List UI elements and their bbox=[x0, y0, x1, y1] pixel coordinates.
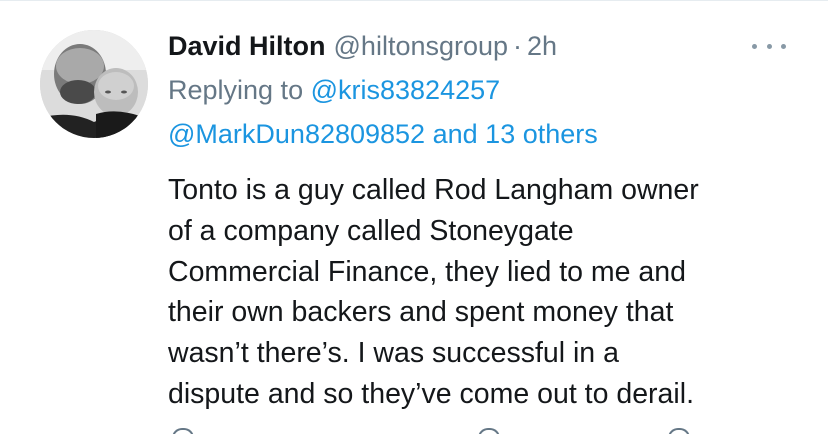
avatar[interactable] bbox=[40, 30, 148, 138]
tweet-timestamp[interactable]: 2h bbox=[527, 28, 557, 64]
tweet-text: Tonto is a guy called Rod Langham owner … bbox=[168, 170, 798, 415]
share-icon[interactable] bbox=[668, 428, 690, 434]
tweet-text-line: dispute and so they’ve come out to derai… bbox=[168, 377, 694, 410]
tweet-text-line: Commercial Finance, they lied to me and bbox=[168, 255, 686, 288]
replying-to-line-2: @MarkDun82809852 and 13 others bbox=[168, 116, 598, 152]
top-divider bbox=[0, 0, 828, 1]
replying-to-label: Replying to bbox=[168, 75, 304, 105]
author-handle[interactable]: @hiltonsgroup bbox=[334, 28, 509, 64]
profile-photo-icon bbox=[40, 30, 148, 138]
more-horizontal-icon bbox=[781, 43, 786, 49]
tweet-text-line: their own backers and spent money that bbox=[168, 296, 674, 329]
mention-link[interactable]: @kris83824257 bbox=[311, 75, 501, 105]
mention-link[interactable]: @MarkDun82809852 bbox=[168, 119, 425, 149]
replying-to-line: Replying to @kris83824257 bbox=[168, 72, 500, 108]
like-icon[interactable] bbox=[478, 428, 500, 434]
author-display-name[interactable]: David Hilton bbox=[168, 28, 326, 64]
more-horizontal-icon bbox=[752, 43, 757, 49]
tweet-header: David Hilton @hiltonsgroup · 2h bbox=[168, 28, 557, 64]
tweet-card: David Hilton @hiltonsgroup · 2h Replying… bbox=[0, 0, 828, 434]
reply-icon[interactable] bbox=[172, 428, 194, 434]
tweet-text-line: Tonto is a guy called Rod Langham owner bbox=[168, 174, 699, 206]
others-link[interactable]: 13 others bbox=[485, 119, 598, 149]
tweet-text-line: of a company called Stoneygate bbox=[168, 214, 574, 247]
header-separator: · bbox=[513, 31, 523, 61]
action-bar bbox=[168, 426, 788, 434]
replying-conjunction: and bbox=[432, 119, 478, 149]
tweet-text-line: wasn’t there’s. I was successful in a bbox=[168, 337, 619, 370]
more-horizontal-icon bbox=[766, 43, 772, 49]
more-options-button[interactable] bbox=[752, 36, 786, 56]
